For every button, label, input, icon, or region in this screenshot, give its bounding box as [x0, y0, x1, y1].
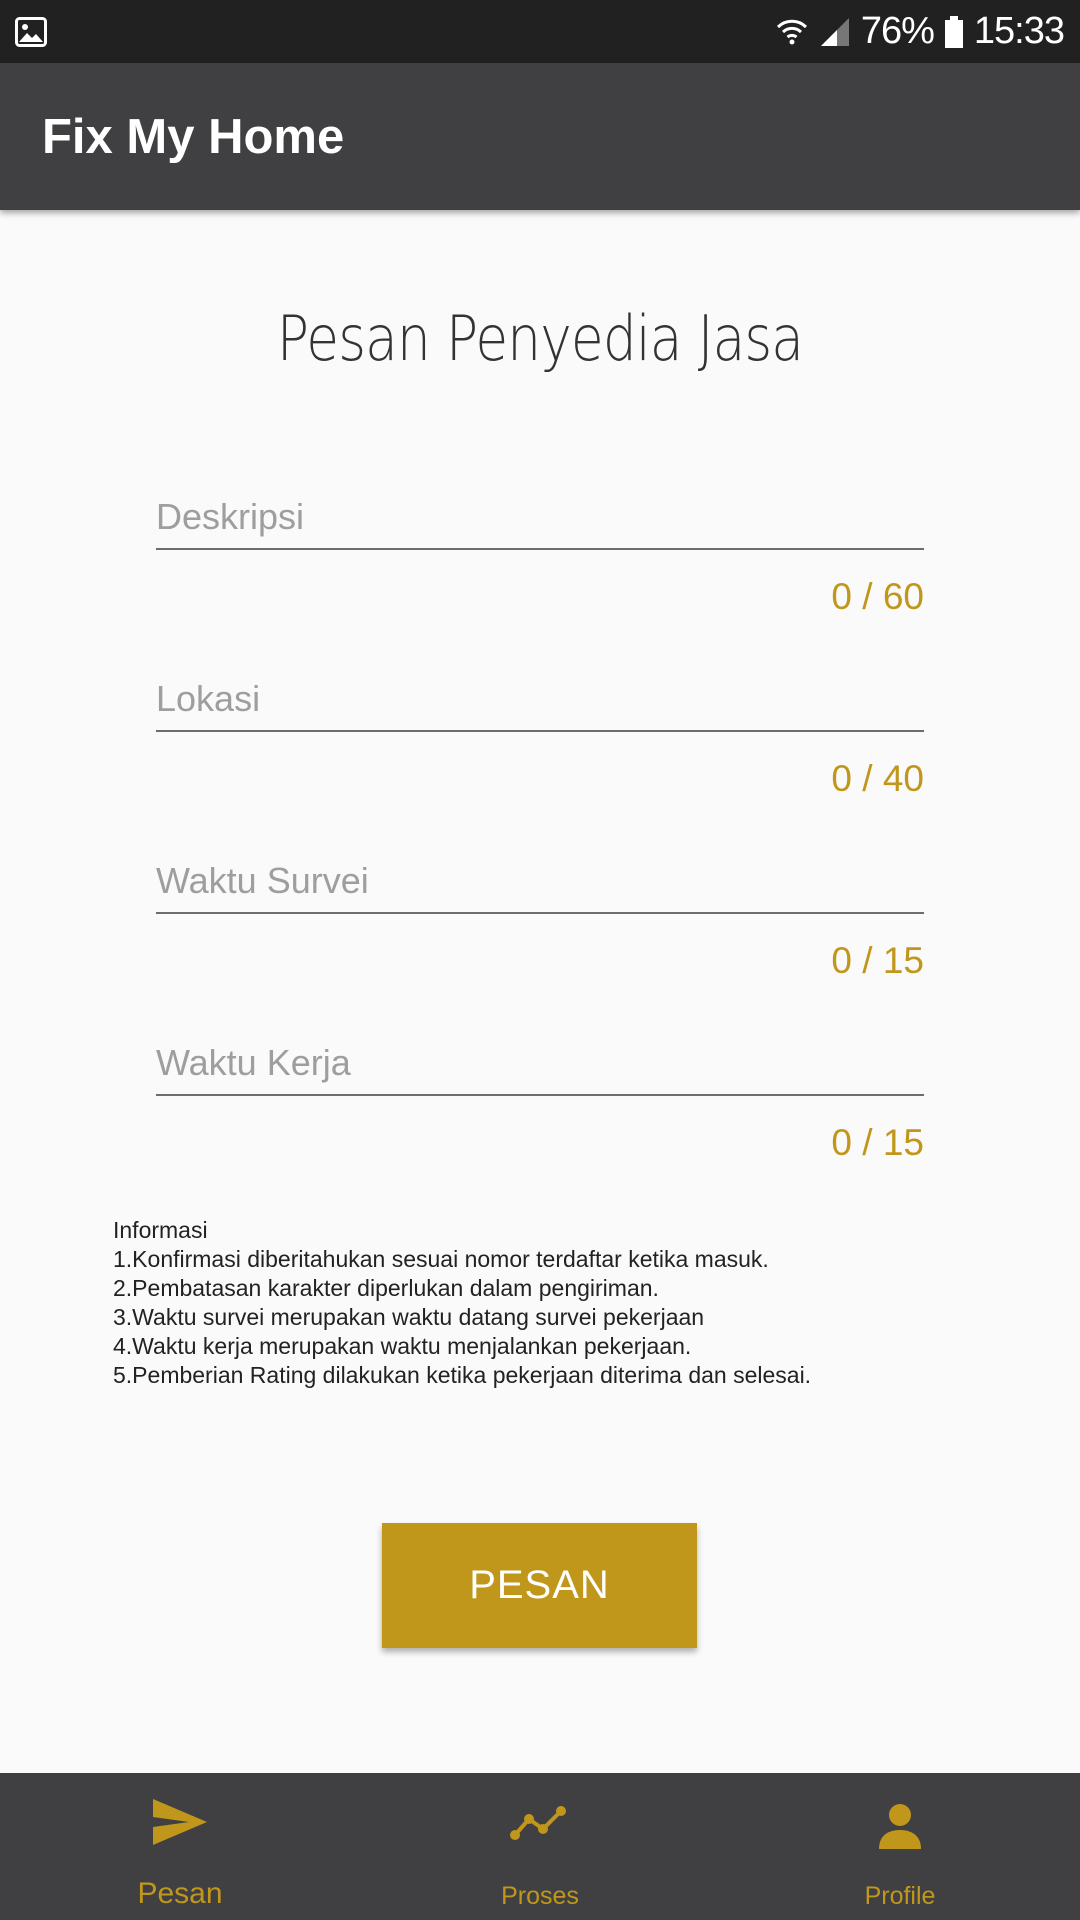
gallery-icon: [15, 17, 47, 47]
info-line: 4.Waktu kerja merupakan waktu menjalanka…: [113, 1333, 692, 1359]
lokasi-counter: 0 / 40: [831, 758, 924, 799]
pesan-button[interactable]: PESAN: [382, 1523, 697, 1648]
nav-item-proses[interactable]: Proses: [360, 1773, 720, 1920]
info-heading: Informasi: [113, 1217, 208, 1243]
lokasi-field: 0 / 40: [156, 668, 924, 799]
send-icon: [153, 1799, 207, 1845]
waktu-kerja-counter: 0 / 15: [831, 1122, 924, 1163]
deskripsi-input[interactable]: [156, 486, 924, 550]
info-line: 3.Waktu survei merupakan waktu datang su…: [113, 1304, 705, 1330]
nav-item-profile[interactable]: Profile: [720, 1773, 1080, 1920]
status-bar: 76% 15:33: [0, 0, 1080, 63]
nav-item-pesan[interactable]: Pesan: [0, 1773, 360, 1920]
deskripsi-counter: 0 / 60: [831, 576, 924, 617]
waktu-survei-counter: 0 / 15: [831, 940, 924, 981]
waktu-kerja-field: 0 / 15: [156, 1032, 924, 1163]
nav-label-pesan: Pesan: [137, 1877, 223, 1910]
person-icon: [879, 1804, 921, 1849]
lokasi-input[interactable]: [156, 668, 924, 732]
nav-label-proses: Proses: [501, 1882, 579, 1910]
battery-percent: 76%: [860, 10, 935, 52]
wifi-icon: [776, 19, 807, 44]
timeline-icon: [510, 1806, 566, 1840]
info-line: 5.Pemberian Rating dilakukan ketika peke…: [113, 1362, 812, 1388]
bottom-nav: Pesan Proses Profile: [0, 1773, 1080, 1920]
battery-icon: [944, 15, 963, 48]
info-line: 2.Pembatasan karakter diperlukan dalam p…: [113, 1275, 659, 1301]
app-bar: Fix My Home: [0, 63, 1080, 210]
clock: 15:33: [973, 10, 1065, 52]
info-block: Informasi 1.Konfirmasi diberitahukan ses…: [113, 1216, 811, 1390]
waktu-survei-field: 0 / 15: [156, 850, 924, 981]
deskripsi-field: 0 / 60: [156, 486, 924, 617]
signal-icon: [820, 17, 849, 46]
nav-label-profile: Profile: [864, 1882, 936, 1910]
info-line: 1.Konfirmasi diberitahukan sesuai nomor …: [113, 1246, 769, 1272]
page-title: Pesan Penyedia Jasa: [276, 302, 804, 375]
waktu-survei-input[interactable]: [156, 850, 924, 914]
waktu-kerja-input[interactable]: [156, 1032, 924, 1096]
app-title: Fix My Home: [42, 110, 345, 164]
